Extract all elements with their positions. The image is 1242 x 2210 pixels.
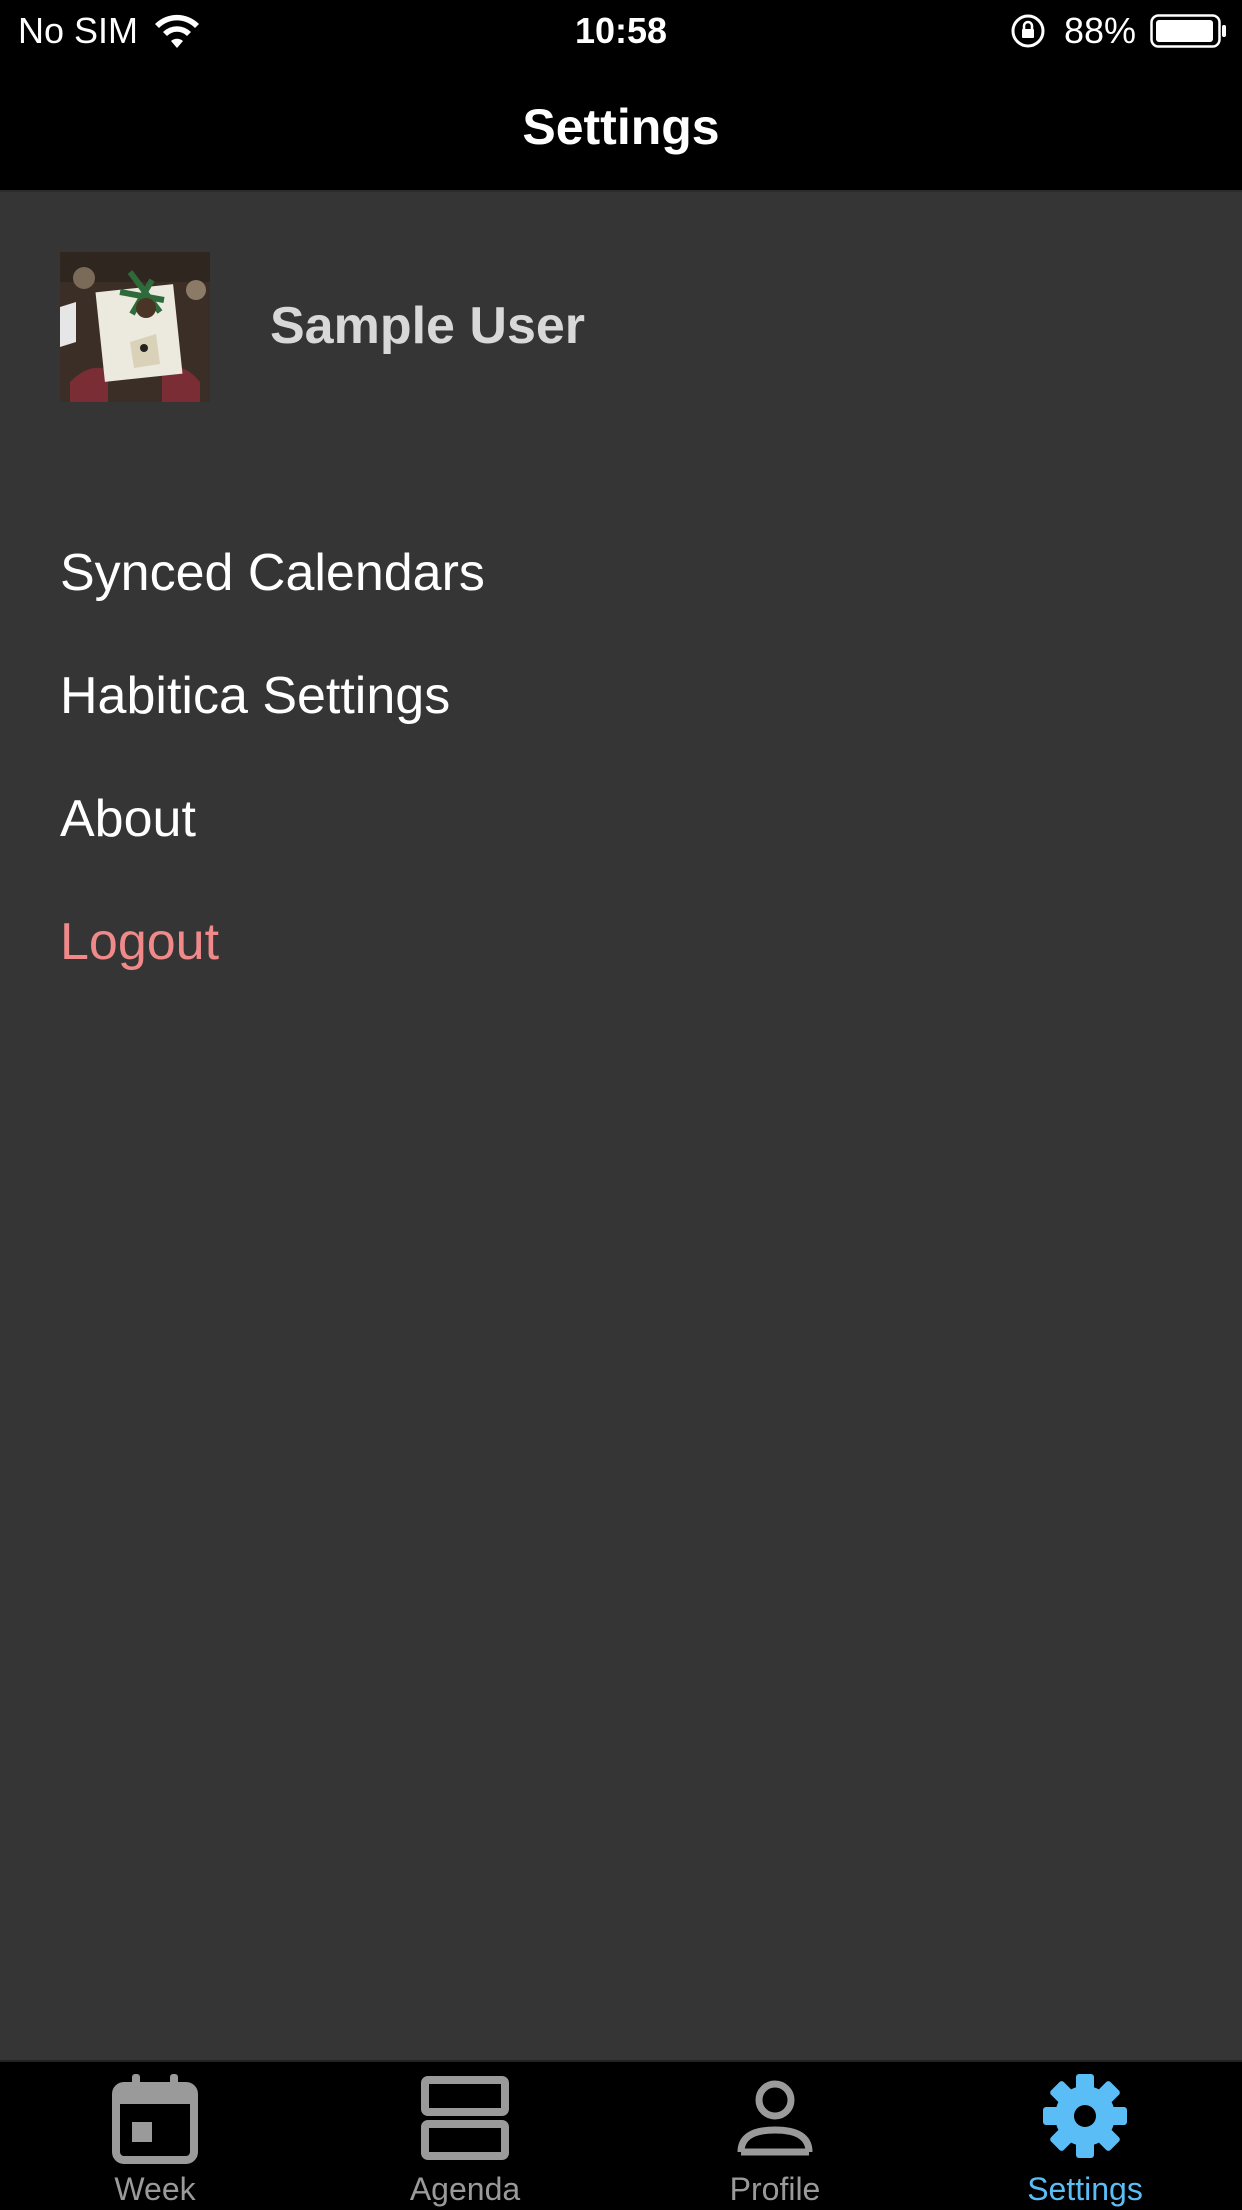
- tab-settings-label: Settings: [1027, 2171, 1143, 2207]
- page-title: Settings: [522, 99, 720, 155]
- battery-percentage: 88%: [1064, 10, 1137, 51]
- tab-agenda[interactable]: Agenda: [310, 2062, 620, 2210]
- menu-item-synced-calendars[interactable]: Synced Calendars: [60, 538, 1180, 661]
- agenda-icon: [421, 2076, 509, 2160]
- tab-agenda-label: Agenda: [409, 2171, 521, 2207]
- profile-row[interactable]: Sample User: [60, 252, 1180, 402]
- avatar[interactable]: [60, 252, 210, 402]
- tab-week[interactable]: Week: [0, 2062, 310, 2210]
- person-icon: [737, 2080, 813, 2156]
- tab-week-label: Week: [114, 2171, 196, 2207]
- navigation-bar: Settings: [0, 62, 1242, 192]
- rotation-lock-icon: [1011, 14, 1045, 48]
- gear-icon: [1043, 2074, 1127, 2158]
- settings-menu: Synced Calendars Habitica Settings About…: [60, 538, 1180, 1030]
- menu-item-habitica-settings[interactable]: Habitica Settings: [60, 661, 1180, 784]
- tab-settings[interactable]: Settings: [930, 2062, 1240, 2210]
- clock: 10:58: [574, 10, 668, 51]
- battery-icon: [1150, 14, 1226, 48]
- logout-button[interactable]: Logout: [60, 907, 1180, 1030]
- status-bar: No SIM 10:58 88%: [0, 0, 1242, 62]
- tab-profile[interactable]: Profile: [620, 2062, 930, 2210]
- calendar-icon: [112, 2074, 198, 2164]
- user-name: Sample User: [270, 297, 586, 355]
- tab-profile-label: Profile: [729, 2171, 821, 2207]
- gift-photo-avatar-icon: [60, 252, 210, 402]
- tab-bar: Week Agenda Profile Settings: [0, 2060, 1242, 2210]
- menu-item-about[interactable]: About: [60, 784, 1180, 907]
